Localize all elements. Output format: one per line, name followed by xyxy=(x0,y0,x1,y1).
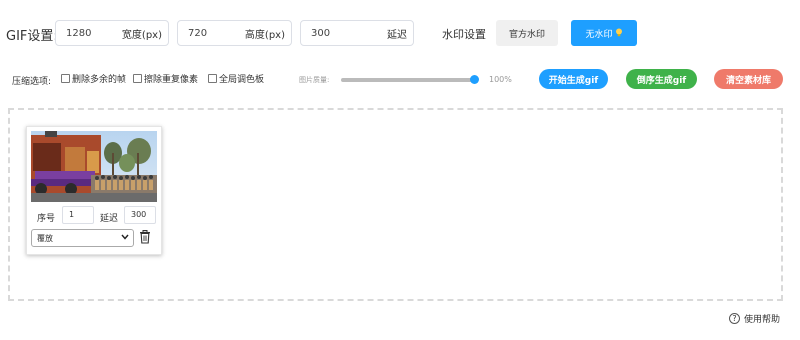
frame-delay-input[interactable]: 300 xyxy=(124,206,156,224)
no-watermark-button[interactable]: 无水印 xyxy=(571,20,637,46)
clear-library-label: 清空素材库 xyxy=(725,75,771,86)
remove-redundant-frames-label: 删除多余的帧 xyxy=(72,75,127,85)
reverse-generate-gif-button[interactable]: 倒序生成gif xyxy=(626,69,697,89)
clear-library-button[interactable]: 清空素材库 xyxy=(714,69,783,89)
quality-slider-handle[interactable] xyxy=(470,75,479,84)
bulb-icon xyxy=(615,28,623,39)
frame-seq-label: 序号 xyxy=(37,214,56,224)
chevron-down-icon xyxy=(121,233,129,242)
erase-duplicate-pixels-label: 擦除重复像素 xyxy=(144,75,199,85)
official-watermark-button[interactable]: 官方水印 xyxy=(496,20,558,46)
help-label: 使用帮助 xyxy=(744,315,781,325)
quality-value: 100% xyxy=(489,75,512,84)
reverse-generate-gif-label: 倒序生成gif xyxy=(636,75,687,86)
start-generate-gif-button[interactable]: 开始生成gif xyxy=(539,69,608,89)
watermark-label: 水印设置 xyxy=(442,28,486,41)
frame-mode-select[interactable]: 覆放 xyxy=(31,229,134,247)
frame-card[interactable]: 序号 1 延迟 300 覆放 xyxy=(26,126,162,255)
height-value[interactable]: 720 xyxy=(188,28,207,39)
height-field[interactable]: 720 高度(px) xyxy=(177,20,292,46)
width-unit: 宽度(px) xyxy=(121,29,162,41)
help-link[interactable]: ? 使用帮助 xyxy=(729,312,780,325)
frame-thumbnail xyxy=(31,131,157,202)
erase-duplicate-pixels-checkbox[interactable] xyxy=(133,74,142,83)
frame-mode-value: 覆放 xyxy=(37,234,53,243)
quality-label: 图片质量: xyxy=(299,76,330,84)
remove-redundant-frames-checkbox[interactable] xyxy=(61,74,70,83)
remove-redundant-frames-option[interactable]: 删除多余的帧 xyxy=(61,72,126,85)
gif-settings-label: GIF设置: xyxy=(6,29,58,44)
official-watermark-label: 官方水印 xyxy=(508,29,545,40)
trash-icon[interactable] xyxy=(139,230,151,244)
no-watermark-label: 无水印 xyxy=(585,29,613,40)
delay-value[interactable]: 300 xyxy=(311,28,330,39)
global-palette-option[interactable]: 全局调色板 xyxy=(208,72,264,85)
width-value[interactable]: 1280 xyxy=(66,28,91,39)
frame-seq-input[interactable]: 1 xyxy=(62,206,94,224)
start-generate-gif-label: 开始生成gif xyxy=(548,75,599,86)
question-circle-icon: ? xyxy=(729,313,740,324)
quality-slider[interactable] xyxy=(341,78,475,82)
width-field[interactable]: 1280 宽度(px) xyxy=(55,20,169,46)
delay-unit: 延迟 xyxy=(387,29,407,41)
delay-field[interactable]: 300 延迟 xyxy=(300,20,414,46)
height-unit: 高度(px) xyxy=(244,29,285,41)
global-palette-checkbox[interactable] xyxy=(208,74,217,83)
erase-duplicate-pixels-option[interactable]: 擦除重复像素 xyxy=(133,72,198,85)
frame-delay-label: 延迟 xyxy=(100,214,119,224)
global-palette-label: 全局调色板 xyxy=(219,75,265,85)
compression-label: 压缩选项: xyxy=(12,77,52,87)
